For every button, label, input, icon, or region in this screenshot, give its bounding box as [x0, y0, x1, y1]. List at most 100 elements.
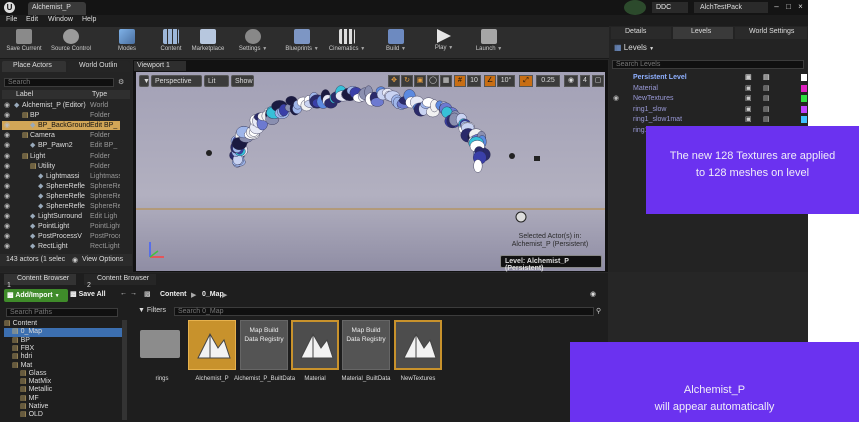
- save-icon[interactable]: ▤: [763, 84, 770, 93]
- minimize-icon[interactable]: –: [772, 2, 781, 11]
- menu-window[interactable]: Window: [48, 16, 73, 23]
- folder-tree-item[interactable]: ▤ FBX: [4, 345, 122, 353]
- tab-content-browser-2[interactable]: Content Browser 2: [84, 274, 156, 289]
- tab-place-actors[interactable]: Place Actors: [2, 61, 66, 72]
- light-icon[interactable]: [509, 153, 515, 159]
- folder-tree-item[interactable]: ▤ BP: [4, 337, 122, 345]
- tab-levels[interactable]: Levels: [673, 27, 733, 39]
- level-color-swatch[interactable]: [801, 74, 807, 81]
- asset-tile[interactable]: Map Build Data Registry: [240, 320, 288, 370]
- eye-icon[interactable]: ◉: [4, 152, 10, 161]
- outliner-row[interactable]: ◉ ◆ BP_Pawn2 Edit BP_: [2, 141, 120, 150]
- scale-snap-value[interactable]: 0.25: [536, 75, 560, 87]
- level-color-swatch[interactable]: [801, 105, 807, 113]
- content-button[interactable]: Content: [156, 28, 186, 58]
- close-icon[interactable]: ×: [796, 2, 805, 11]
- save-current-button[interactable]: Save Current: [2, 28, 46, 58]
- save-all-button[interactable]: ▩ Save All: [70, 290, 106, 298]
- level-row[interactable]: Persistent Level ▣ ▤: [611, 73, 807, 82]
- grid-snap-value[interactable]: 10: [467, 75, 481, 87]
- eye-icon[interactable]: ◉: [4, 172, 10, 181]
- filters-button[interactable]: ▼ Filters: [138, 307, 166, 314]
- eye-icon[interactable]: ◉: [4, 121, 10, 130]
- eye-icon[interactable]: ◉: [4, 182, 10, 191]
- modes-button[interactable]: Modes: [112, 28, 142, 58]
- document-tab[interactable]: Alchemist_P: [28, 2, 86, 15]
- folder-tree-item[interactable]: ▤ OLD: [4, 411, 122, 419]
- folder-tree-item[interactable]: ▤ MatMix: [4, 378, 122, 386]
- eye-icon[interactable]: ◉: [4, 162, 10, 171]
- level-row[interactable]: ring1_slow ▣ ▤: [611, 105, 807, 114]
- level-color-swatch[interactable]: [801, 95, 807, 102]
- level-color-swatch[interactable]: [801, 84, 807, 92]
- eye-icon[interactable]: ◉: [4, 202, 10, 211]
- translate-icon[interactable]: ✥: [388, 75, 400, 87]
- reflection-capture-icon[interactable]: [534, 156, 540, 161]
- outliner-row[interactable]: ◉ ◆ Alchemist_P (Editor) World: [2, 101, 120, 110]
- search-icon[interactable]: ⚲: [596, 307, 601, 315]
- source-control-button[interactable]: Source Control: [46, 28, 96, 58]
- scale-icon[interactable]: ▣: [414, 75, 426, 87]
- eye-icon[interactable]: ◉: [4, 242, 10, 251]
- viewport-menu-button[interactable]: ▼: [139, 75, 150, 87]
- eye-icon[interactable]: ◉: [4, 192, 10, 201]
- asset-search-input[interactable]: Search 0_Map: [174, 307, 594, 316]
- angle-snap-value[interactable]: 10°: [497, 75, 515, 87]
- save-icon[interactable]: ▤: [763, 115, 770, 124]
- angle-snap-toggle[interactable]: ∠: [484, 75, 496, 87]
- marketplace-button[interactable]: Marketplace: [188, 28, 228, 58]
- folder-tree-item[interactable]: ▤ Glass: [4, 370, 122, 378]
- rotate-icon[interactable]: ↻: [401, 75, 413, 87]
- level-row[interactable]: ◉ NewTextures ▣ ▤: [611, 94, 807, 103]
- folder-tree-item[interactable]: ▤ Content: [4, 320, 122, 328]
- eye-icon[interactable]: ◉: [4, 131, 10, 140]
- settings-button[interactable]: Settings ▼: [236, 28, 270, 58]
- settings-icon[interactable]: ⚙: [118, 78, 124, 86]
- tab-content-browser-1[interactable]: Content Browser 1: [4, 274, 76, 289]
- outliner-row[interactable]: ◉ ◆ LightSurround Edit Ligh: [2, 212, 120, 221]
- outliner-row[interactable]: ◉ ▤ BP Folder: [2, 111, 120, 120]
- save-icon[interactable]: ▤: [763, 94, 770, 103]
- outliner-row[interactable]: ◉ ▤ Utility Folder: [2, 162, 120, 171]
- outliner-row[interactable]: ◉ ◆SphereRefle SphereRef: [2, 182, 120, 191]
- folder-tree-item[interactable]: ▤ hdri: [4, 353, 122, 361]
- levels-dropdown-button[interactable]: ▦ Levels ▼: [614, 43, 654, 52]
- folder-tree-item[interactable]: ▤ MF: [4, 395, 122, 403]
- outliner-row[interactable]: ◉ ◆ Lightmassi Lightmass: [2, 172, 120, 181]
- asset-tile[interactable]: [291, 320, 339, 370]
- outliner-row[interactable]: ◉ ▤ Light Folder: [2, 152, 120, 161]
- breadcrumb-0-map[interactable]: 0_Map: [202, 291, 224, 298]
- cinematics-button[interactable]: Cinematics ▼: [328, 28, 366, 58]
- light-icon[interactable]: [206, 150, 212, 156]
- folder-tree-item[interactable]: ▤ Metallic: [4, 386, 122, 394]
- lock-icon[interactable]: ▣: [745, 94, 752, 103]
- textured-sphere-mesh[interactable]: [473, 159, 483, 173]
- folder-tree-item[interactable]: ▤ Native: [4, 403, 122, 411]
- lock-icon[interactable]: ◉: [590, 290, 596, 298]
- build-button[interactable]: Build ▼: [382, 28, 410, 58]
- eye-icon[interactable]: ◉: [4, 222, 10, 231]
- eye-icon[interactable]: ◉: [4, 232, 10, 241]
- tab-world-outliner[interactable]: World Outlin: [68, 61, 130, 72]
- tree-scrollbar[interactable]: [122, 320, 127, 420]
- view-options-button[interactable]: View Options: [82, 256, 123, 263]
- lock-icon[interactable]: ▣: [745, 73, 752, 82]
- show-button[interactable]: Show: [231, 75, 254, 87]
- outliner-row[interactable]: ◉ ◆SphereRefle SphereRef: [2, 192, 120, 201]
- camera-speed-value[interactable]: 4: [580, 75, 590, 87]
- outliner-row[interactable]: ◉ ▤ Camera Folder: [2, 131, 120, 140]
- eye-icon[interactable]: ◉: [4, 141, 10, 150]
- outliner-search-input[interactable]: Search: [4, 78, 114, 87]
- tab-details[interactable]: Details: [611, 27, 671, 39]
- outliner-row[interactable]: ◉ ◆ BP_BackGround Edit BP_: [2, 121, 120, 131]
- forward-arrow-icon[interactable]: →: [130, 290, 137, 297]
- camera-speed-icon[interactable]: ◉: [564, 75, 578, 87]
- maximize-viewport-icon[interactable]: ▢: [592, 75, 604, 87]
- level-color-swatch[interactable]: [801, 116, 807, 123]
- lock-icon[interactable]: ▣: [745, 115, 752, 124]
- asset-tile[interactable]: [188, 320, 236, 370]
- level-row[interactable]: Material ▣ ▤: [611, 84, 807, 93]
- breadcrumb-content[interactable]: Content: [160, 291, 186, 298]
- menu-edit[interactable]: Edit: [26, 16, 38, 23]
- folder-tree-item[interactable]: ▤ Mat: [4, 362, 122, 370]
